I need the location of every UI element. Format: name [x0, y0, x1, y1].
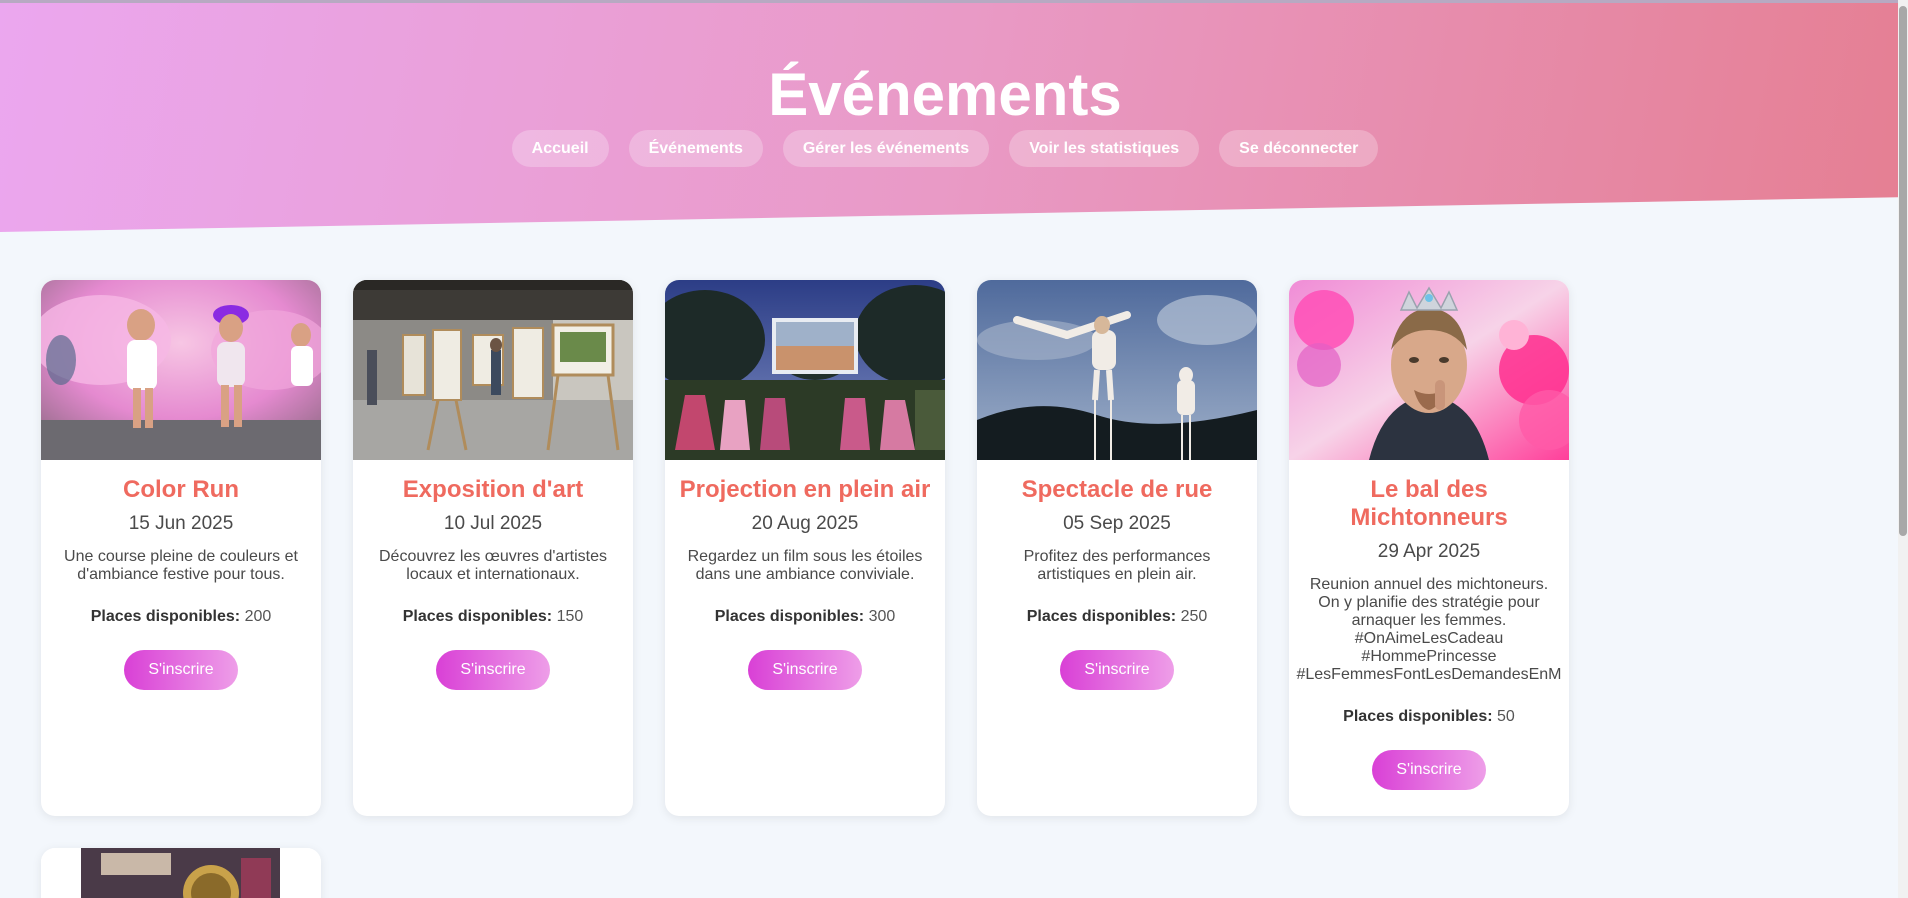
event-card: Le bal des Michtonneurs 29 Apr 2025 Reun…: [1289, 280, 1569, 816]
page: Événements Accueil Événements Gérer les …: [0, 0, 1908, 898]
art-exhibition-photo: [353, 280, 633, 460]
page-header: Événements: [0, 0, 1898, 232]
street-show-photo: [977, 280, 1257, 460]
event-places: Places disponibles: 50: [1295, 708, 1563, 726]
places-label: Places disponibles:: [714, 608, 865, 625]
places-count: 200: [244, 608, 272, 625]
event-date: 10 Jul 2025: [443, 513, 543, 534]
places-count: 250: [1180, 608, 1208, 625]
top-border: [0, 0, 1898, 3]
event-card-body: Spectacle de rue 05 Sep 2025 Profitez de…: [977, 460, 1257, 690]
event-date: 05 Sep 2025: [1063, 513, 1171, 534]
places-label: Places disponibles:: [402, 608, 553, 625]
register-button[interactable]: S'inscrire: [436, 650, 550, 690]
places-label: Places disponibles:: [1343, 708, 1493, 725]
event-card-body: Le bal des Michtonneurs 29 Apr 2025 Reun…: [1289, 460, 1569, 790]
event-description: Une course pleine de couleurs et d'ambia…: [64, 548, 298, 583]
nav-deconnexion[interactable]: Se déconnecter: [1219, 130, 1379, 167]
nav-statistiques[interactable]: Voir les statistiques: [1009, 130, 1200, 167]
event-date: 15 Jun 2025: [128, 513, 234, 534]
event-image: [1289, 280, 1569, 460]
event-places: Places disponibles: 250: [983, 608, 1251, 626]
event-description: Profitez des performances artistiques en…: [1023, 548, 1211, 583]
places-count: 150: [556, 608, 584, 625]
register-button[interactable]: S'inscrire: [124, 650, 238, 690]
nav-evenements[interactable]: Événements: [628, 130, 763, 167]
event-places: Places disponibles: 300: [671, 608, 939, 626]
event-title: Color Run: [123, 476, 239, 503]
event-places: Places disponibles: 200: [47, 608, 315, 626]
event-card: Spectacle de rue 05 Sep 2025 Profitez de…: [977, 280, 1257, 816]
event-date: 29 Apr 2025: [1377, 541, 1481, 562]
places-label: Places disponibles:: [1026, 608, 1177, 625]
scrollbar-thumb[interactable]: [1899, 6, 1907, 536]
page-scrollbar[interactable]: [1898, 0, 1908, 898]
places-label: Places disponibles:: [90, 608, 241, 625]
event-places: Places disponibles: 150: [359, 608, 627, 626]
outdoor-cinema-photo: [665, 280, 945, 460]
event-card: Projection en plein air 20 Aug 2025 Rega…: [665, 280, 945, 816]
event-card: Color Run 15 Jun 2025 Une course pleine …: [41, 280, 321, 816]
register-button[interactable]: S'inscrire: [1372, 750, 1486, 790]
main-nav: Accueil Événements Gérer les événements …: [0, 130, 1890, 167]
bal-poster-photo: [41, 848, 321, 898]
event-image: [353, 280, 633, 460]
nav-accueil[interactable]: Accueil: [511, 130, 609, 167]
event-title: Exposition d'art: [402, 476, 584, 503]
event-image: [665, 280, 945, 460]
page-title: Événements: [768, 61, 1122, 128]
event-title: Spectacle de rue: [1021, 476, 1213, 503]
event-description: Reunion annuel des michtoneurs. On y pla…: [1296, 576, 1562, 683]
event-card-body: Color Run 15 Jun 2025 Une course pleine …: [41, 460, 321, 690]
event-image: [41, 280, 321, 460]
event-description: Découvrez les œuvres d'artistes locaux e…: [378, 548, 607, 583]
register-button[interactable]: S'inscrire: [1060, 650, 1174, 690]
event-title: Le bal des Michtonneurs: [1350, 476, 1508, 531]
places-count: 50: [1497, 708, 1515, 725]
event-card: [41, 848, 321, 898]
bal-photo: [1289, 280, 1569, 460]
color-run-photo: [41, 280, 321, 460]
event-card: Exposition d'art 10 Jul 2025 Découvrez l…: [353, 280, 633, 816]
event-title: Projection en plein air: [679, 476, 931, 503]
register-button[interactable]: S'inscrire: [748, 650, 862, 690]
event-card-body: Projection en plein air 20 Aug 2025 Rega…: [665, 460, 945, 690]
event-image: [977, 280, 1257, 460]
nav-gerer-evenements[interactable]: Gérer les événements: [782, 130, 990, 167]
event-date: 20 Aug 2025: [751, 513, 859, 534]
event-card-body: Exposition d'art 10 Jul 2025 Découvrez l…: [353, 460, 633, 690]
places-count: 300: [868, 608, 896, 625]
event-description: Regardez un film sous les étoiles dans u…: [687, 548, 923, 583]
